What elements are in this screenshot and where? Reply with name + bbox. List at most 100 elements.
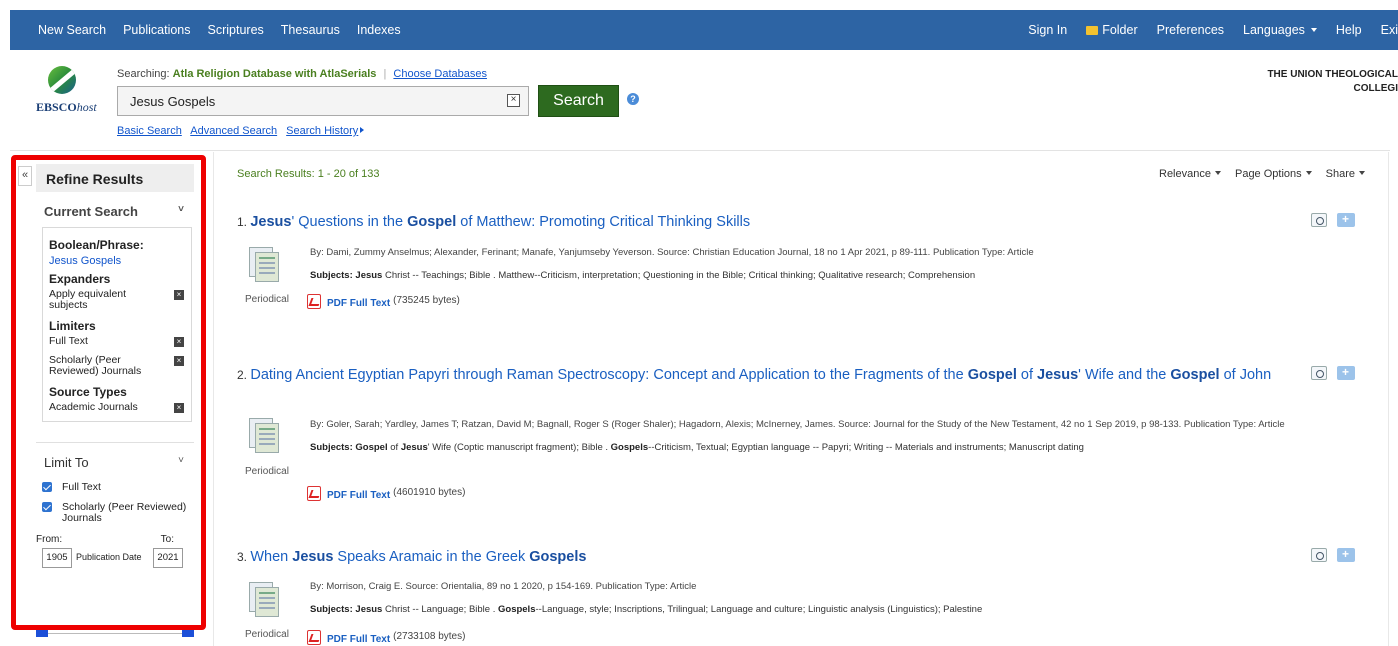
scholarly-checkbox[interactable]: Scholarly (Peer Reviewed) Journals xyxy=(42,502,194,524)
nav-languages[interactable]: Languages xyxy=(1243,23,1317,37)
nav-scriptures[interactable]: Scriptures xyxy=(208,23,264,37)
result-title[interactable]: 3. When Jesus Speaks Aramaic in the Gree… xyxy=(237,548,1287,566)
highlighted-term: Gospel xyxy=(967,367,1017,383)
nav-languages-label: Languages xyxy=(1243,23,1305,37)
pdf-full-text-link[interactable]: PDF Full Text (735245 bytes) xyxy=(307,294,460,309)
clear-search-icon[interactable]: × xyxy=(507,94,520,107)
from-label: From: xyxy=(36,534,63,545)
result-body: By: Morrison, Craig E. Source: Orientali… xyxy=(310,580,1370,616)
slider-handle-start[interactable] xyxy=(36,629,48,637)
nav-folder[interactable]: Folder xyxy=(1086,23,1138,37)
date-range-slider[interactable] xyxy=(36,629,194,637)
searching-label: Searching: xyxy=(117,68,170,80)
relevance-dropdown[interactable]: Relevance xyxy=(1159,168,1221,180)
nav-indexes[interactable]: Indexes xyxy=(357,23,401,37)
search-button[interactable]: Search xyxy=(538,85,619,117)
result-type: Periodical xyxy=(245,629,289,640)
nav-thesaurus[interactable]: Thesaurus xyxy=(281,23,340,37)
to-label: To: xyxy=(160,534,174,545)
result-title[interactable]: 2. Dating Ancient Egyptian Papyri throug… xyxy=(237,366,1287,384)
remove-icon[interactable]: × xyxy=(174,290,184,300)
title-text: of Matthew: Promoting Critical Thinking … xyxy=(456,214,751,230)
full-text-checkbox[interactable]: Full Text xyxy=(42,482,194,493)
subject-text: Christ -- Teachings; Bible . Matthew--Cr… xyxy=(382,270,976,281)
basic-search-link[interactable]: Basic Search xyxy=(117,125,182,137)
add-to-folder-icon[interactable] xyxy=(1337,547,1355,562)
pdf-full-text-link[interactable]: PDF Full Text (2733108 bytes) xyxy=(307,630,465,645)
chevron-down-icon xyxy=(1305,171,1312,175)
highlighted-term: Jesus xyxy=(1037,367,1079,383)
logo-text-main: EBSCO xyxy=(36,100,77,114)
pdf-link-label: PDF Full Text xyxy=(327,634,391,645)
expander-item: Apply equivalent subjects × xyxy=(49,289,184,311)
preview-icon[interactable] xyxy=(1311,366,1327,380)
add-to-folder-icon[interactable] xyxy=(1337,212,1355,227)
nav-publications[interactable]: Publications xyxy=(123,23,190,37)
highlighted-term: Jesus xyxy=(292,549,334,565)
add-to-folder-icon[interactable] xyxy=(1337,365,1355,380)
slider-track-line xyxy=(40,633,188,634)
preview-icon[interactable] xyxy=(1311,213,1327,227)
page-options-label: Page Options xyxy=(1234,168,1302,180)
result-meta: By: Goler, Sarah; Yardley, James T; Ratz… xyxy=(310,419,1285,430)
separator: | xyxy=(383,68,387,80)
search-input[interactable]: Jesus Gospels xyxy=(117,86,529,116)
checkbox-label: Scholarly (Peer Reviewed) Journals xyxy=(62,501,187,524)
advanced-search-link[interactable]: Advanced Search xyxy=(190,125,277,137)
preview-icon[interactable] xyxy=(1311,548,1327,562)
boolean-phrase-label: Boolean/Phrase: xyxy=(49,238,144,252)
folder-icon xyxy=(1086,26,1099,35)
highlighted-term: Jesus xyxy=(355,604,383,615)
highlighted-term: Gospels xyxy=(529,549,587,565)
title-text: ' Questions in the xyxy=(291,214,408,230)
nav-sign-in[interactable]: Sign In xyxy=(1028,23,1067,37)
limiter-item: Scholarly (Peer Reviewed) Journals × xyxy=(49,355,184,377)
date-from-input[interactable]: 1905 xyxy=(42,548,72,568)
remove-icon[interactable]: × xyxy=(174,403,184,413)
result-subjects: Subjects: Gospel of Jesus' Wife (Coptic … xyxy=(310,441,1370,454)
date-to-input[interactable]: 2021 xyxy=(153,548,183,568)
nav-help[interactable]: Help xyxy=(1336,23,1362,37)
result-title[interactable]: 1. Jesus' Questions in the Gospel of Mat… xyxy=(237,213,1287,231)
pdf-icon xyxy=(307,630,321,645)
limit-to-header[interactable]: Limit To ˅ xyxy=(36,442,194,470)
nav-new-search[interactable]: New Search xyxy=(38,23,106,37)
result-tools xyxy=(1311,547,1355,562)
search-history-link[interactable]: Search History xyxy=(286,125,358,137)
current-search-header[interactable]: Current Search ˅ xyxy=(36,204,194,219)
chevron-down-icon: ˅ xyxy=(178,455,184,466)
pdf-icon xyxy=(307,294,321,309)
title-text: of xyxy=(1016,367,1038,383)
remove-icon[interactable]: × xyxy=(174,356,184,366)
source-types-label: Source Types xyxy=(49,385,127,399)
collapse-sidebar-button[interactable]: « xyxy=(18,166,32,186)
subject-text: --Language, style; Inscriptions, Triling… xyxy=(535,604,983,615)
choose-databases-link[interactable]: Choose Databases xyxy=(393,68,487,80)
file-size: (735245 bytes) xyxy=(393,295,460,306)
periodical-thumbnail-icon[interactable] xyxy=(247,418,281,454)
subjects-label: Subjects: xyxy=(310,442,353,453)
help-icon[interactable]: ? xyxy=(627,93,639,105)
periodical-thumbnail-icon[interactable] xyxy=(247,582,281,618)
pdf-link-label: PDF Full Text xyxy=(327,490,391,501)
page-options-dropdown[interactable]: Page Options xyxy=(1235,168,1312,180)
pdf-link-label: PDF Full Text xyxy=(327,298,391,309)
slider-handle-end[interactable] xyxy=(182,629,194,637)
share-dropdown[interactable]: Share xyxy=(1326,168,1365,180)
remove-icon[interactable]: × xyxy=(174,337,184,347)
highlighted-term: Gospels xyxy=(498,604,536,615)
publication-date-label: Publication Date xyxy=(76,552,142,562)
result-item: 3. When Jesus Speaks Aramaic in the Gree… xyxy=(237,547,1377,646)
date-labels: From: To: xyxy=(36,534,194,546)
database-name: Atla Religion Database with AtlaSerials xyxy=(172,68,377,80)
result-body: By: Dami, Zummy Anselmus; Alexander, Fer… xyxy=(310,246,1370,282)
top-nav-bar: New Search Publications Scriptures Thesa… xyxy=(10,10,1398,50)
periodical-thumbnail-icon[interactable] xyxy=(247,247,281,283)
subjects-label: Subjects: xyxy=(310,604,353,615)
nav-preferences[interactable]: Preferences xyxy=(1157,23,1224,37)
pdf-full-text-link[interactable]: PDF Full Text (4601910 bytes) xyxy=(307,486,465,501)
ebscohost-logo[interactable]: EBSCOhost xyxy=(36,66,106,136)
boolean-phrase-value[interactable]: Jesus Gospels xyxy=(49,255,184,267)
triangle-right-icon xyxy=(360,127,365,133)
nav-exit[interactable]: Exi xyxy=(1381,23,1398,37)
